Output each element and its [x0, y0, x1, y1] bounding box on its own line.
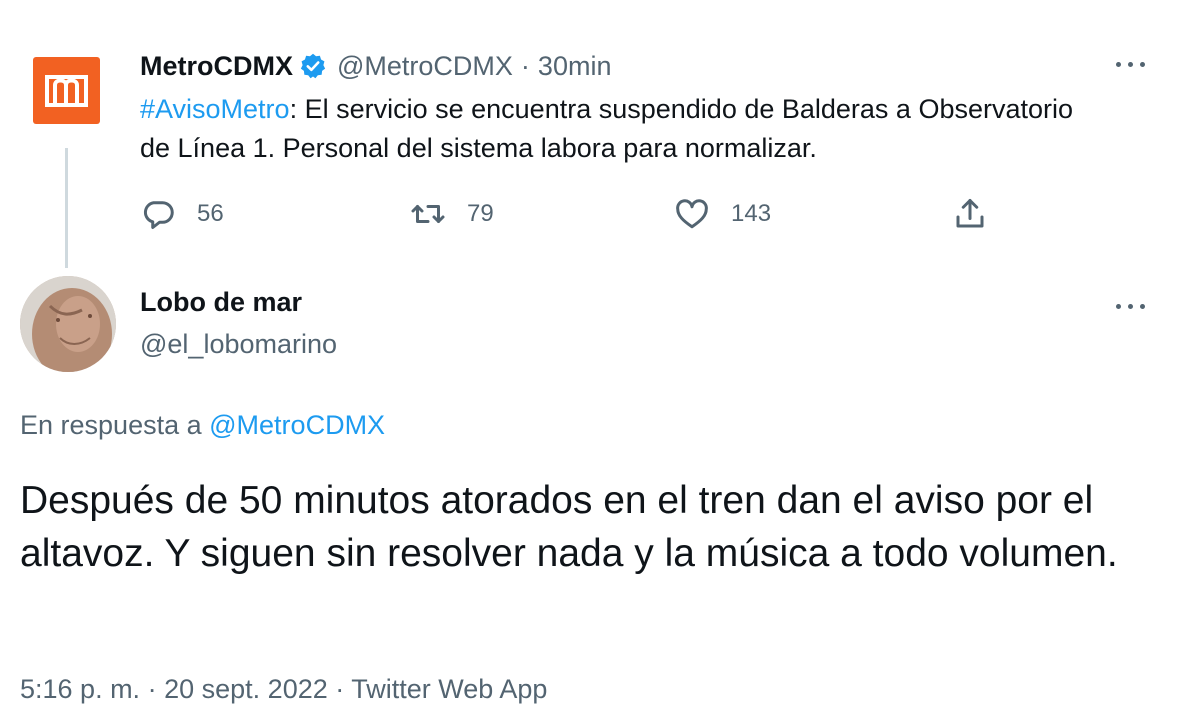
retweet-count: 79 [467, 200, 494, 227]
tweet-time[interactable]: 5:16 p. m. [20, 674, 140, 704]
metro-logo[interactable] [33, 57, 100, 124]
share-icon [956, 199, 984, 228]
retweet-action-button[interactable]: 79 [410, 192, 494, 236]
meta-separator: · [147, 674, 157, 704]
more-dot-icon [1116, 304, 1121, 309]
reply-count: 56 [197, 200, 224, 227]
reply-handle[interactable]: @el_lobomarino [140, 329, 337, 360]
quoted-timestamp[interactable]: 30min [538, 51, 612, 82]
thread-connector-line [65, 148, 68, 268]
like-action-button[interactable]: 143 [674, 192, 771, 236]
verified-badge-icon [300, 53, 326, 79]
replying-to-mention[interactable]: @MetroCDMX [209, 410, 385, 440]
quoted-handle[interactable]: @MetroCDMX [337, 51, 513, 82]
meta-separator: · [335, 674, 345, 704]
tweet-date[interactable]: 20 sept. 2022 [164, 674, 328, 704]
like-count: 143 [731, 200, 772, 227]
avatar[interactable] [20, 276, 116, 372]
metro-logo-icon [45, 75, 88, 107]
reply-tweet-text: Después de 50 minutos atorados en el tre… [20, 479, 1118, 575]
tweet-source[interactable]: Twitter Web App [351, 674, 547, 704]
share-action-button[interactable] [952, 192, 988, 236]
quoted-display-name[interactable]: MetroCDMX [140, 51, 293, 82]
reply-action-button[interactable]: 56 [140, 192, 224, 236]
quoted-tweet-header: MetroCDMX @MetroCDMX · 30min [140, 48, 611, 84]
retweet-icon [411, 205, 445, 223]
more-dot-icon [1128, 304, 1133, 309]
replying-to-label: En respuesta a [20, 410, 202, 440]
heart-icon [676, 199, 708, 229]
reply-icon [143, 201, 174, 229]
more-dot-icon [1128, 62, 1133, 67]
avatar-image-icon [20, 276, 116, 372]
quoted-more-options-button[interactable] [1116, 54, 1150, 74]
tweet-metadata: 5:16 p. m. · 20 sept. 2022 · Twitter Web… [20, 674, 547, 705]
header-separator: · [520, 50, 530, 81]
replying-to-line: En respuesta a @MetroCDMX [20, 410, 385, 441]
quoted-tweet-text: #AvisoMetro: El servicio se encuentra su… [140, 90, 1100, 168]
more-dot-icon [1140, 62, 1145, 67]
reply-more-options-button[interactable] [1116, 296, 1150, 316]
more-dot-icon [1140, 304, 1145, 309]
hashtag-link[interactable]: #AvisoMetro [140, 94, 290, 124]
reply-display-name[interactable]: Lobo de mar [140, 287, 302, 318]
more-dot-icon [1116, 62, 1121, 67]
